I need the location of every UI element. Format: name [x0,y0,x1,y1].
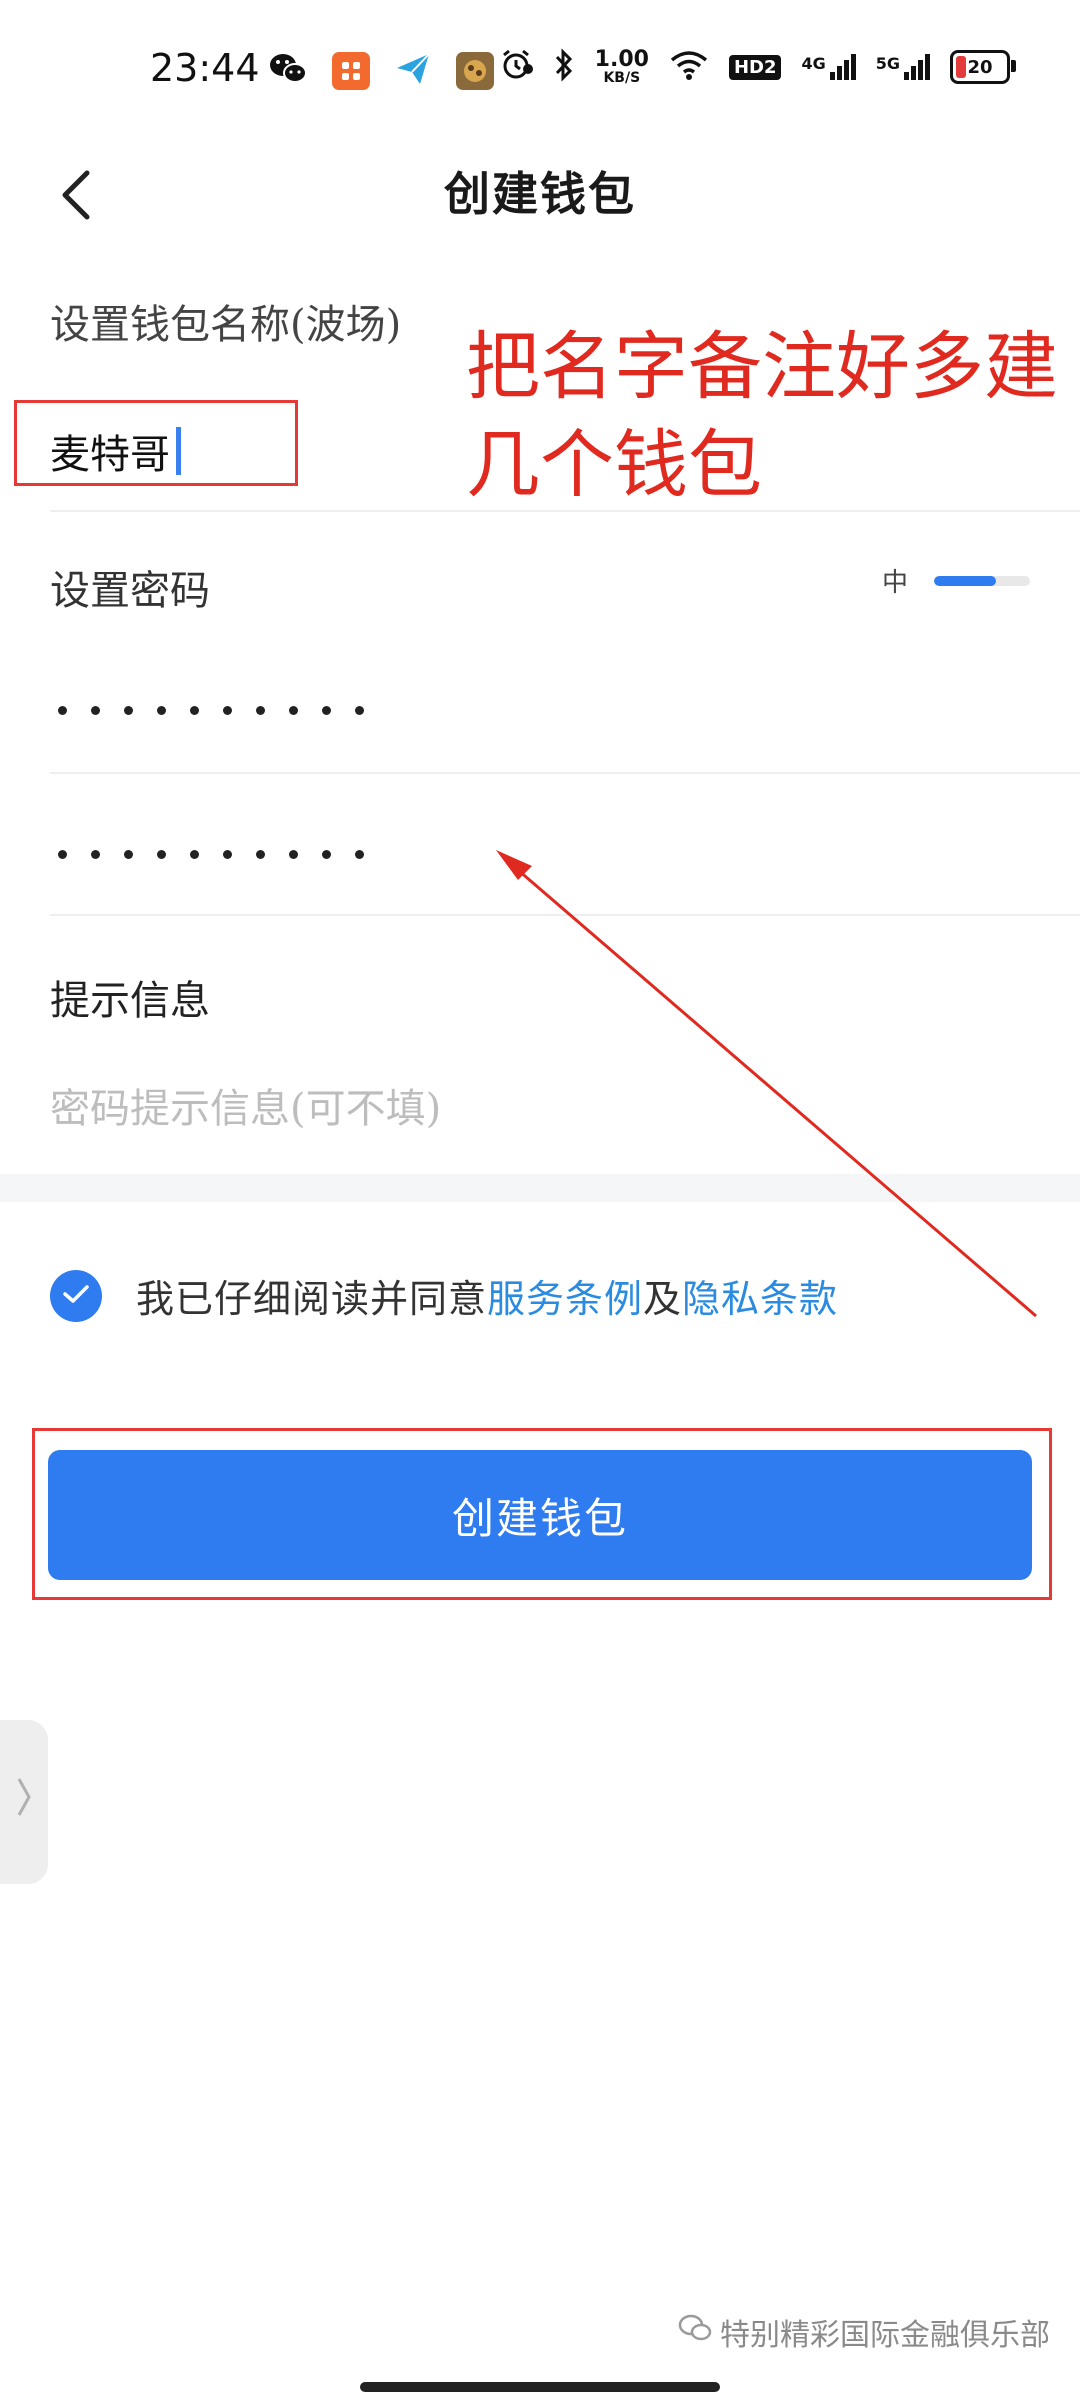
game-app-icon [456,52,494,90]
network-speed-unit: KB/S [603,70,641,86]
wechat-icon [678,2313,712,2351]
watermark-text: 特别精彩国际金融俱乐部 [720,2318,1050,2353]
status-time: 23:44 [150,46,260,90]
password-label: 设置密码 [50,568,210,614]
password-strength-text: 中 [881,568,908,598]
password-strength-fill [934,575,997,586]
network-speed: 1.00 KB/S [594,47,649,86]
agreement-checkbox[interactable] [50,1269,102,1322]
nav-header: 创建钱包 [0,140,1080,260]
hd-voice-badge: HD2 [728,54,782,80]
wifi-icon [669,49,709,85]
create-wallet-button[interactable]: 创建钱包 [48,1450,1032,1580]
agreement-prefix: 我已仔细阅读并同意 [136,1277,488,1321]
password-strength: 中 [882,562,1030,599]
annotation-text: 把名字备注好多建几个钱包 [466,324,1058,508]
confirm-password-input[interactable] [58,850,364,859]
password-strength-bar [934,575,1030,586]
agreement-text: 我已仔细阅读并同意服务条例及隐私条款 [136,1268,838,1323]
hint-input[interactable] [50,1086,950,1132]
side-drawer-handle[interactable] [0,1720,48,1884]
wallet-name-label: 设置钱包名称(波场) [50,302,402,348]
text-cursor [176,427,181,475]
signal-4g: 4G [801,54,856,80]
notification-icons [268,50,538,92]
signal-5g-label: 5G [875,54,900,73]
alarm-icon [499,48,533,86]
section-separator [0,1174,1080,1202]
battery-fill [956,56,966,78]
paper-plane-icon [394,50,432,92]
signal-4g-label: 4G [801,54,826,73]
terms-link[interactable]: 服务条例 [487,1277,643,1321]
watermark: 特别精彩国际金融俱乐部 [678,2310,1050,2354]
page-title: 创建钱包 [444,167,636,221]
privacy-link[interactable]: 隐私条款 [682,1277,838,1321]
home-indicator[interactable] [360,2382,720,2392]
system-status-icons: 1.00 KB/S HD2 4G 5G 20 [499,47,1016,86]
signal-5g: 5G [876,54,930,80]
check-icon [61,1282,91,1310]
agreement-conjunction: 及 [643,1277,683,1321]
divider [50,914,1080,916]
hint-label: 提示信息 [50,978,210,1024]
wallet-name-input[interactable]: 麦特哥 [50,422,181,480]
password-input[interactable] [58,706,364,715]
create-wallet-screen: 23:44 1.00 KB/S HD2 4G 5G 20 创建钱包 设置钱包名称… [0,0,1080,2400]
app-grid-icon [332,52,370,90]
divider [50,510,1080,512]
wallet-name-value: 麦特哥 [50,432,170,478]
wechat-icon [268,51,308,91]
chevron-right-icon [16,1775,32,1829]
bluetooth-icon [553,48,575,86]
battery-level: 20 [967,56,993,78]
battery-icon: 20 [950,50,1016,84]
network-speed-value: 1.00 [594,47,649,72]
status-bar: 23:44 1.00 KB/S HD2 4G 5G 20 [0,0,1080,140]
agreement-row: 我已仔细阅读并同意服务条例及隐私条款 [50,1268,838,1323]
divider [50,772,1080,774]
